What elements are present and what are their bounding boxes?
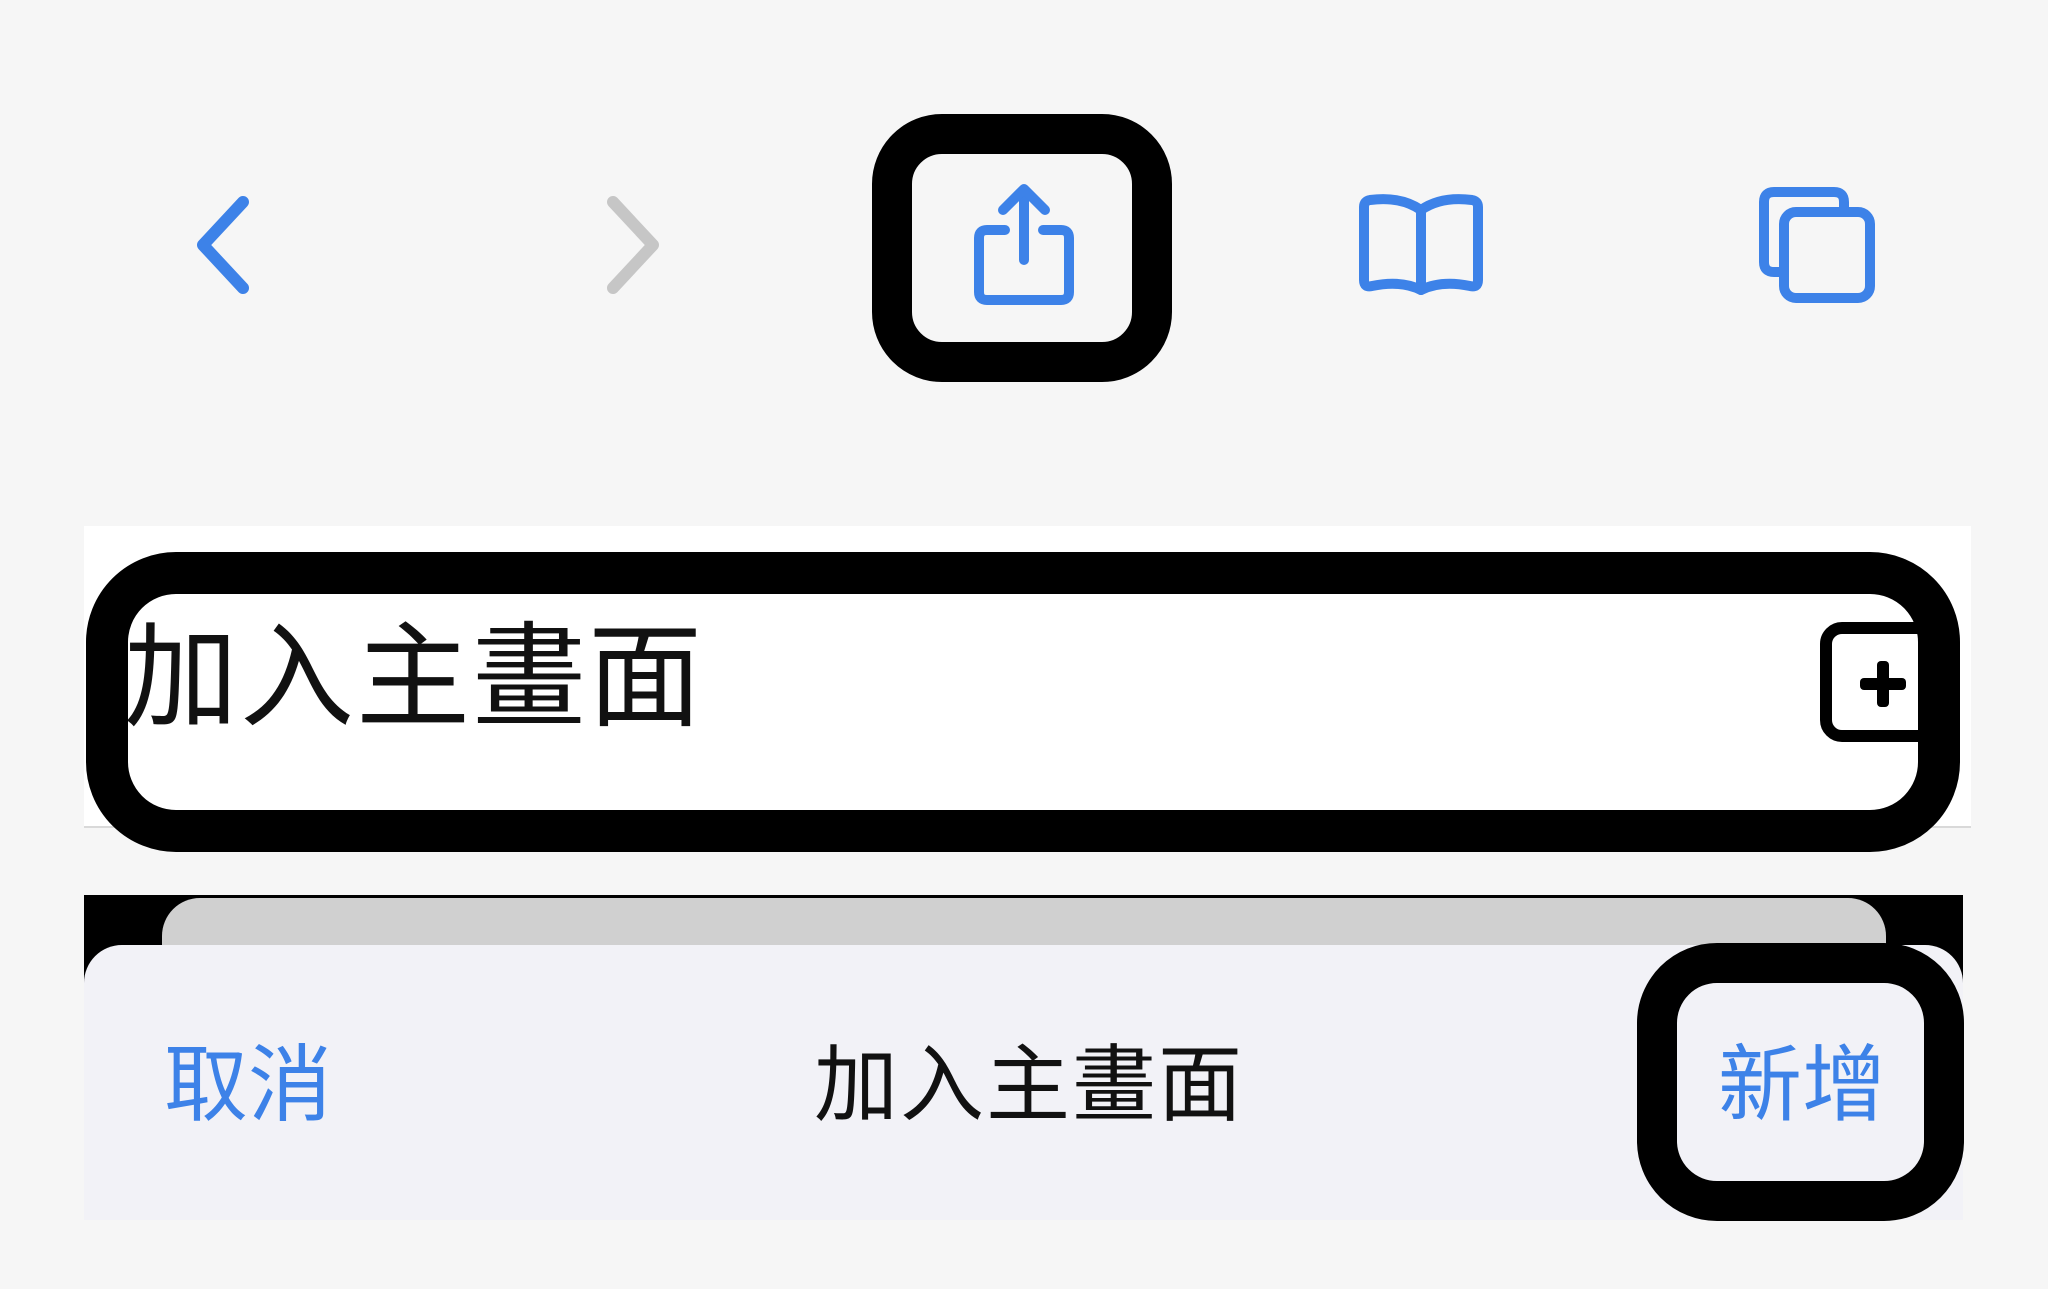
add-to-home-screen-action[interactable]: 加入主畫面 — [84, 526, 1971, 828]
chevron-left-icon — [197, 196, 249, 294]
action-label: 加入主畫面 — [124, 611, 705, 744]
tabs-icon — [1759, 187, 1875, 303]
screen: 加入主畫面 取消 加入主畫面 新增 — [0, 0, 2048, 1289]
sheet-header: 取消 加入主畫面 新增 — [84, 945, 1963, 1220]
add-to-home-sheet: 取消 加入主畫面 新增 — [84, 895, 1963, 1220]
share-button[interactable] — [949, 170, 1099, 320]
chevron-right-icon — [607, 196, 659, 294]
back-button[interactable] — [150, 170, 300, 320]
forward-button[interactable] — [556, 170, 706, 320]
add-button[interactable]: 新增 — [1718, 1037, 1886, 1133]
share-icon — [974, 184, 1074, 305]
plus-square-icon — [1820, 622, 1940, 742]
book-icon — [1359, 194, 1483, 295]
bookmarks-button[interactable] — [1346, 170, 1496, 320]
sheet-title: 加入主畫面 — [814, 1036, 1245, 1134]
tabs-button[interactable] — [1742, 170, 1892, 320]
browser-toolbar — [0, 120, 2048, 370]
cancel-button[interactable]: 取消 — [164, 1037, 332, 1133]
